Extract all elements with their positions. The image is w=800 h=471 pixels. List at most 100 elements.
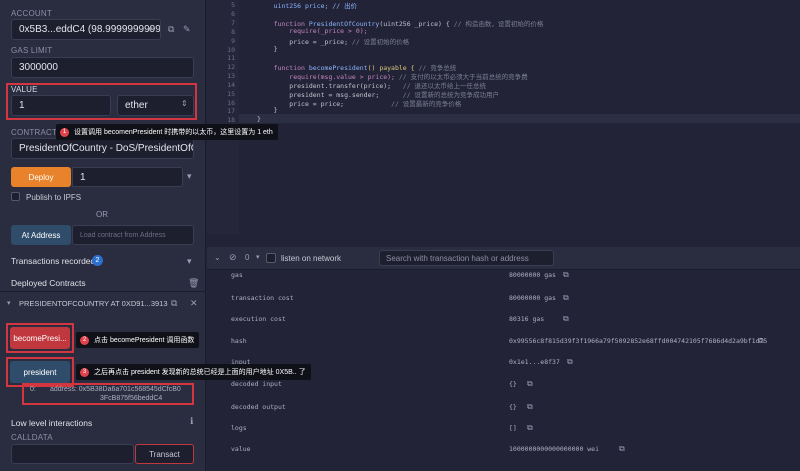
line-number: 13: [227, 72, 235, 80]
transactions-recorded-label[interactable]: Transactions recorded: [11, 256, 95, 266]
or-separator: OR: [96, 210, 108, 219]
transactions-count-badge: 2: [92, 255, 103, 266]
copy-icon[interactable]: ⧉: [619, 444, 625, 454]
deploy-args-input[interactable]: 1: [72, 167, 183, 187]
copy-icon[interactable]: ⧉: [527, 402, 533, 412]
tx-detail-key: decoded output: [231, 403, 286, 411]
tx-detail-value: 80000000 gas: [509, 294, 556, 302]
chevron-down-icon[interactable]: ▾: [187, 171, 192, 182]
president-button[interactable]: president: [10, 361, 70, 383]
step-number-badge: 3: [80, 367, 89, 377]
code-line-9: price = _price; // 设置初始的价格: [258, 38, 410, 46]
deployed-contracts-label: Deployed Contracts: [11, 278, 86, 288]
copy-icon[interactable]: ⧉: [567, 357, 573, 367]
divider: [0, 291, 206, 292]
copy-icon[interactable]: ⧉: [563, 270, 569, 280]
tooltip-text: 点击 becomePresident 调用函数: [94, 337, 195, 344]
result-index: 0:: [30, 386, 36, 393]
code-editor[interactable]: 5 6 7 8 9 10 11 12 13 14 15 16 17 18 uint256 price; /…: [207, 0, 800, 235]
tx-detail-value: {}: [509, 380, 517, 388]
account-label: ACCOUNT: [11, 9, 52, 18]
contract-instance-title[interactable]: PRESIDENTOFCOUNTRY AT 0XD91...3913: [19, 299, 168, 308]
result-address-line-1: address: 0x5B38Da6a701c568545dCfcB0: [50, 386, 181, 393]
line-number: 17: [227, 107, 235, 115]
line-number: 16: [227, 99, 235, 107]
deploy-button[interactable]: Deploy: [11, 167, 71, 187]
terminal-toolbar: ⌄ ⊘ 0 ▾ listen on network Search with tr…: [207, 247, 800, 270]
line-number: 10: [227, 46, 235, 54]
copy-icon[interactable]: ⧉: [168, 24, 174, 35]
info-icon[interactable]: ℹ: [190, 416, 193, 427]
code-line-17: }: [258, 106, 278, 114]
current-line-highlight: [239, 114, 800, 123]
contract-label: CONTRACT: [11, 128, 58, 137]
result-address-line-2: 3FcB875f56beddC4: [100, 395, 163, 402]
code-line-10: }: [258, 45, 278, 53]
tooltip-step-1: 1 设置调用 becomenPresident 时携带的以太币，这里设置为 1 …: [56, 124, 278, 140]
copy-icon[interactable]: ⧉: [563, 314, 569, 324]
publish-ipfs-label: Publish to IPFS: [26, 193, 82, 202]
run-tx-panel: ACCOUNT 0x5B3...eddC4 (98.99999999999 ▾ …: [0, 0, 278, 471]
calldata-input[interactable]: [11, 444, 134, 464]
edit-icon[interactable]: ✎: [183, 24, 191, 35]
line-number: 6: [231, 10, 235, 18]
become-president-button[interactable]: becomePresi...: [10, 327, 70, 349]
value-label: VALUE: [11, 85, 38, 94]
line-number: 9: [231, 37, 235, 45]
contract-select[interactable]: PresidentOfCountry - DoS/PresidentOfCoun: [11, 138, 194, 159]
tx-detail-key: value: [231, 445, 251, 453]
copy-icon[interactable]: ⧉: [758, 336, 764, 346]
transact-button[interactable]: Transact: [135, 444, 194, 464]
line-number: 8: [231, 28, 235, 36]
tx-detail-value: 1000000000000000000 wei: [509, 445, 600, 453]
at-address-button[interactable]: At Address: [11, 225, 71, 245]
transaction-search-input[interactable]: Search with transaction hash or address: [379, 250, 554, 266]
gas-limit-input[interactable]: 3000000: [11, 57, 194, 78]
chevron-down-icon[interactable]: ▾: [7, 299, 11, 307]
chevron-down-icon[interactable]: ▾: [187, 256, 192, 267]
line-number: 11: [227, 54, 235, 62]
unit-stepper-icon: ⇕: [181, 99, 188, 108]
chevron-down-icon[interactable]: ▾: [256, 253, 260, 261]
publish-ipfs-checkbox[interactable]: [11, 192, 20, 201]
tooltip-step-2: 2 点击 becomePresident 调用函数: [76, 332, 200, 348]
close-icon[interactable]: ✕: [190, 298, 198, 309]
tx-detail-key: transaction cost: [231, 294, 294, 302]
code-line-16: price = price; // 设置最新的竞争价格: [258, 100, 462, 108]
code-line-18: }: [257, 115, 261, 123]
account-select[interactable]: 0x5B3...eddC4 (98.99999999999: [11, 19, 161, 40]
tx-detail-value: 0x1e1...e8f37: [509, 358, 560, 366]
line-number-gutter: 5 6 7 8 9 10 11 12 13 14 15 16 17 18: [207, 0, 239, 235]
copy-icon[interactable]: ⧉: [171, 298, 177, 309]
tx-detail-key: hash: [231, 337, 247, 345]
tx-detail-key: gas: [231, 271, 243, 279]
tx-detail-value: 80316 gas: [509, 315, 545, 323]
tooltip-text: 之后再点击 president 发现新的总统已经是上面的用户地址 0X5B.. …: [94, 369, 306, 376]
chevron-down-icon: ▾: [148, 24, 153, 34]
line-number: 15: [227, 90, 235, 98]
tx-detail-key: logs: [231, 424, 247, 432]
line-number: 14: [227, 81, 235, 89]
load-address-input[interactable]: Load contract from Address: [72, 225, 194, 245]
value-amount-input[interactable]: 1: [11, 95, 111, 116]
copy-icon[interactable]: ⧉: [563, 293, 569, 303]
tooltip-step-3: 3 之后再点击 president 发现新的总统已经是上面的用户地址 0X5B.…: [76, 364, 311, 380]
collapse-terminal-icon[interactable]: ⌄: [214, 253, 221, 262]
code-line-5: uint256 price; // 出价: [258, 2, 358, 10]
tx-detail-value: {}: [509, 403, 517, 411]
tooltip-text: 设置调用 becomenPresident 时携带的以太币，这里设置为 1 et…: [74, 129, 273, 136]
step-number-badge: 2: [80, 335, 89, 345]
tx-detail-value: []: [509, 424, 517, 432]
tx-detail-key: decoded input: [231, 380, 282, 388]
gas-limit-label: GAS LIMIT: [11, 46, 53, 55]
line-number: 5: [231, 1, 235, 9]
pending-tx-count: 0: [245, 253, 250, 262]
clear-console-icon[interactable]: ⊘: [229, 252, 237, 263]
step-number-badge: 1: [60, 127, 69, 137]
listen-network-checkbox[interactable]: [266, 253, 276, 263]
copy-icon[interactable]: ⧉: [527, 379, 533, 389]
code-line-8: require(_price > 0);: [258, 27, 368, 35]
copy-icon[interactable]: ⧉: [527, 423, 533, 433]
trash-icon[interactable]: 🗑: [188, 278, 199, 289]
low-level-label: Low level interactions: [11, 418, 93, 428]
